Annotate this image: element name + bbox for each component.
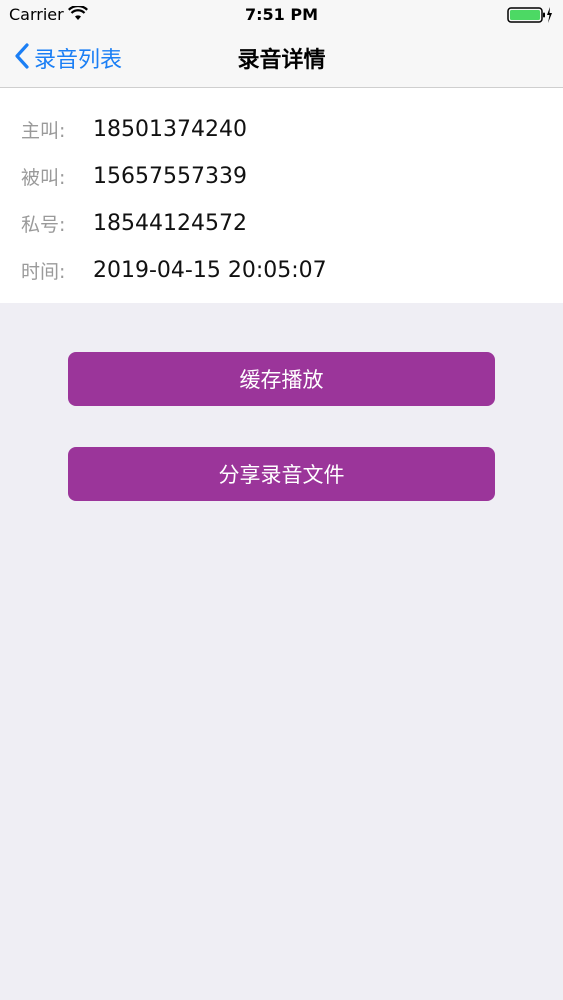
- time-value: 2019-04-15 20:05:07: [93, 257, 327, 283]
- time-row: 时间: 2019-04-15 20:05:07: [0, 250, 563, 290]
- share-recording-button[interactable]: 分享录音文件: [68, 447, 495, 501]
- status-time: 7:51 PM: [244, 5, 318, 24]
- private-number-value: 18544124572: [93, 210, 247, 236]
- recording-details: 主叫: 18501374240 被叫: 15657557339 私号: 1854…: [0, 88, 563, 303]
- battery-charging-icon: [507, 6, 553, 28]
- private-number-label: 私号:: [21, 213, 66, 236]
- caller-label: 主叫:: [21, 119, 66, 142]
- caller-value: 18501374240: [93, 116, 247, 142]
- callee-label: 被叫:: [21, 166, 66, 189]
- navigation-bar: 录音列表 录音详情: [0, 30, 563, 88]
- time-label: 时间:: [21, 260, 66, 283]
- page-title: 录音详情: [237, 48, 326, 73]
- callee-row: 被叫: 15657557339: [0, 156, 563, 196]
- caller-row: 主叫: 18501374240: [0, 109, 563, 149]
- status-bar: Carrier 7:51 PM: [0, 0, 563, 30]
- play-cache-button[interactable]: 缓存播放: [68, 352, 495, 406]
- callee-value: 15657557339: [93, 163, 247, 189]
- private-number-row: 私号: 18544124572: [0, 203, 563, 243]
